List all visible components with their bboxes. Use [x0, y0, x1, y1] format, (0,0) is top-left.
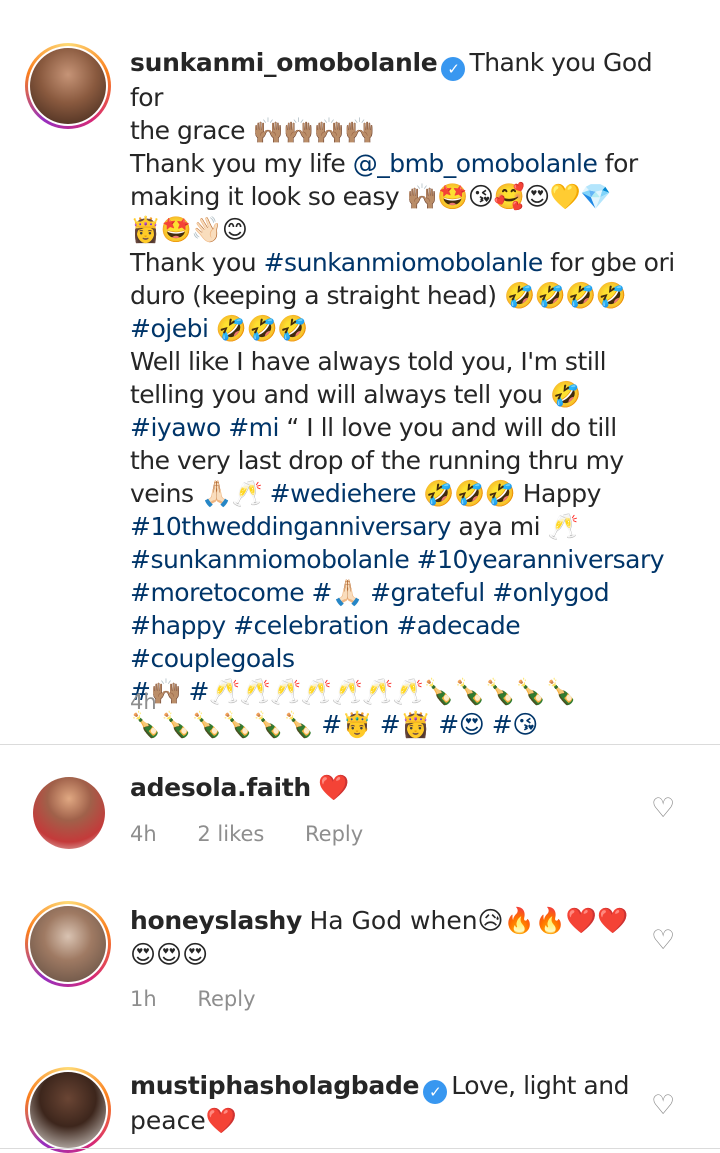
comment-text-line2: peace❤️ — [130, 1106, 237, 1135]
hashtag-link[interactable]: #10yearanniversary — [417, 545, 665, 574]
caption-line: #moretocome #🙏🏻 #grateful #onlygod — [130, 576, 690, 609]
reply-button[interactable]: Reply — [197, 987, 255, 1011]
hashtag-link[interactable]: #celebration — [233, 611, 389, 640]
caption-line: #sunkanmiomobolanle #10yearanniversary — [130, 543, 690, 576]
post-caption: sunkanmi_omobolanle ✓ Thank you God for th… — [130, 46, 690, 741]
comment-body: honeyslashy Ha God when😥🔥🔥❤️❤️ 😍😍😍 — [130, 904, 630, 972]
comment-meta: 1h Reply — [130, 987, 256, 1011]
post-author-username[interactable]: sunkanmi_omobolanle — [130, 48, 438, 77]
hashtag-link[interactable]: #😘 — [492, 710, 539, 739]
mention-link[interactable]: @_bmb_omobolanle — [353, 149, 598, 178]
comment-avatar[interactable] — [33, 777, 105, 849]
hashtag-link[interactable]: #iyawo — [130, 413, 221, 442]
hashtag-link[interactable]: #sunkanmiomobolanle — [130, 545, 410, 574]
hashtag-link[interactable]: #10thweddinganniversary — [130, 512, 451, 541]
story-ring[interactable] — [25, 1067, 111, 1153]
post-author-avatar[interactable] — [30, 48, 106, 124]
caption-line: 👸🤩👋🏻😊 — [130, 215, 248, 244]
comment-meta: 4h 2 likes Reply — [130, 822, 363, 846]
hashtag-link[interactable]: #moretocome — [130, 578, 305, 607]
comment-text-line2: 😍😍😍 — [130, 940, 209, 969]
caption-line: Thank you #sunkanmiomobolanle for gbe or… — [130, 248, 675, 277]
comment-avatar[interactable] — [30, 1072, 106, 1148]
caption-line: #happy #celebration #adecade #couplegoal… — [130, 609, 690, 675]
caption-line: duro (keeping a straight head) 🤣🤣🤣🤣 — [130, 281, 627, 310]
hashtag-link[interactable]: #sunkanmiomobolanle — [264, 248, 544, 277]
caption-line: 🍾🍾🍾🍾🍾🍾 #🤴 #👸 #😍 #😘 — [130, 710, 539, 739]
comment-text: Love, light and — [451, 1071, 629, 1100]
hashtag-link[interactable]: #happy — [130, 611, 226, 640]
hashtag-link[interactable]: #grateful — [370, 578, 485, 607]
divider — [0, 1148, 720, 1149]
heart-outline-icon[interactable]: ♡ — [651, 1092, 677, 1119]
hashtag-link[interactable]: #wediehere — [270, 479, 417, 508]
caption-line: telling you and will always tell you 🤣 — [130, 380, 581, 409]
hashtag-link[interactable]: #mi — [228, 413, 279, 442]
comment-text: ❤️ — [318, 773, 350, 802]
hashtag-link[interactable]: #👸 — [380, 710, 432, 739]
comment-timestamp: 1h — [130, 987, 157, 1011]
caption-line: the grace 🙌🏽🙌🏽🙌🏽🙌🏽 — [130, 116, 376, 145]
hashtag-link[interactable]: #🙏🏻 — [312, 578, 364, 607]
comment-username[interactable]: adesola.faith — [130, 773, 311, 802]
comment-likes[interactable]: 2 likes — [197, 822, 264, 846]
hashtag-link[interactable]: #😍 — [438, 710, 485, 739]
hashtag-link[interactable]: #🤴 — [321, 710, 373, 739]
story-ring[interactable] — [25, 43, 111, 129]
caption-line: #ojebi 🤣🤣🤣 — [130, 314, 308, 343]
post-timestamp: 4h — [130, 690, 157, 714]
story-ring[interactable] — [25, 901, 111, 987]
caption-line-mention: Thank you my life @_bmb_omobolanle for — [130, 149, 638, 178]
comment-body: adesola.faith ❤️ — [130, 771, 630, 805]
hashtag-link[interactable]: #🥂🥂🥂🥂🥂🥂🥂🍾🍾🍾🍾🍾 — [189, 677, 577, 706]
verified-badge-icon: ✓ — [441, 57, 466, 81]
verified-badge-icon: ✓ — [423, 1080, 448, 1104]
caption-line: making it look so easy 🙌🏽🤩😘🥰😍💛💎 — [130, 182, 611, 211]
comment-body: mustiphasholagbade ✓ Love, light and peace… — [130, 1069, 630, 1138]
reply-button[interactable]: Reply — [305, 822, 363, 846]
caption-line: #🙌🏽 #🥂🥂🥂🥂🥂🥂🥂🍾🍾🍾🍾🍾 — [130, 675, 690, 708]
comment-avatar[interactable] — [30, 906, 106, 982]
hashtag-link[interactable]: #ojebi — [130, 314, 209, 343]
comment-username[interactable]: honeyslashy — [130, 906, 302, 935]
caption-line: sunkanmi_omobolanle ✓ Thank you God for — [130, 46, 690, 114]
comment-username[interactable]: mustiphasholagbade — [130, 1071, 420, 1100]
heart-outline-icon[interactable]: ♡ — [651, 927, 677, 954]
comment-timestamp: 4h — [130, 822, 157, 846]
caption-line: the very last drop of the running thru m… — [130, 446, 624, 475]
comment-text: Ha God when😥🔥🔥❤️❤️ — [309, 906, 629, 935]
caption-line: veins 🙏🏻🥂 #wediehere 🤣🤣🤣 Happy — [130, 479, 601, 508]
hashtag-link[interactable]: #couplegoals — [130, 644, 295, 673]
hashtag-link[interactable]: #onlygod — [492, 578, 609, 607]
divider — [0, 744, 720, 745]
caption-line: Well like I have always told you, I'm st… — [130, 347, 607, 376]
caption-line: #10thweddinganniversary aya mi 🥂 — [130, 512, 579, 541]
heart-outline-icon[interactable]: ♡ — [651, 795, 677, 822]
hashtag-link[interactable]: #adecade — [396, 611, 520, 640]
caption-line: #iyawo #mi “ I ll love you and will do t… — [130, 413, 617, 442]
